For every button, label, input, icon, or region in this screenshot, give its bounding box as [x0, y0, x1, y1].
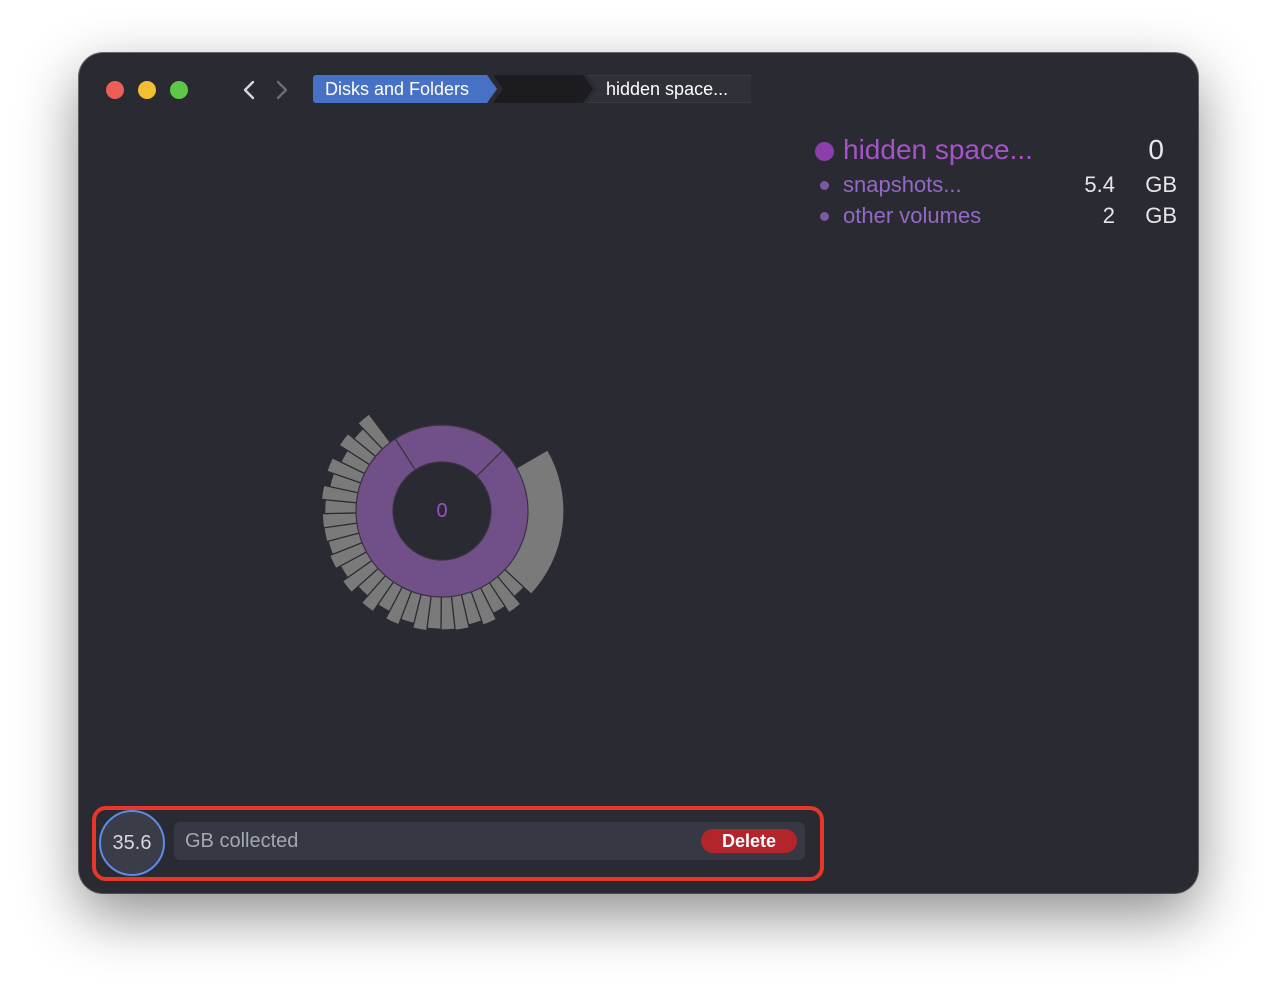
legend-item-label[interactable]: snapshots... [843, 172, 962, 198]
breadcrumb-disks-and-folders[interactable]: Disks and Folders [313, 75, 497, 103]
legend-title: hidden space... [843, 134, 1033, 165]
legend: hidden space... 0 snapshots... 5.4 GB ot… [813, 133, 1185, 231]
legend-item-value: 5.4 [1084, 172, 1115, 197]
legend-item-snapshots[interactable]: snapshots... 5.4 GB [813, 169, 1185, 200]
legend-item-dot [820, 181, 829, 190]
collector-bar: GB collected Delete [174, 822, 805, 860]
legend-item-dot [820, 212, 829, 221]
app-window: Disks and Folders hidden space... hidden… [79, 53, 1198, 893]
legend-item-other-volumes[interactable]: other volumes 2 GB [813, 200, 1185, 231]
chevron-right-icon [276, 80, 288, 100]
sunburst-chart[interactable]: 0 [300, 369, 584, 653]
collector-label: GB collected [185, 830, 299, 852]
back-button[interactable] [236, 77, 262, 103]
chart-center-label: 0 [436, 500, 447, 522]
breadcrumb-redacted-folder[interactable] [493, 75, 593, 103]
legend-title-value: 0 [1148, 134, 1164, 165]
minimize-window-button[interactable] [138, 81, 156, 99]
maximize-window-button[interactable] [170, 81, 188, 99]
forward-button[interactable] [269, 77, 295, 103]
legend-item-label[interactable]: other volumes [843, 203, 981, 229]
chevron-left-icon [243, 80, 255, 100]
legend-item-value: 2 [1102, 203, 1115, 228]
collector-amount[interactable]: 35.6 [99, 810, 165, 876]
close-window-button[interactable] [106, 81, 124, 99]
breadcrumb-hidden-space[interactable]: hidden space... [587, 75, 751, 103]
delete-button[interactable]: Delete [701, 829, 797, 853]
legend-header: hidden space... 0 [813, 133, 1185, 169]
legend-header-dot [815, 142, 834, 161]
legend-item-unit: GB [1145, 203, 1177, 228]
legend-item-unit: GB [1145, 172, 1177, 197]
